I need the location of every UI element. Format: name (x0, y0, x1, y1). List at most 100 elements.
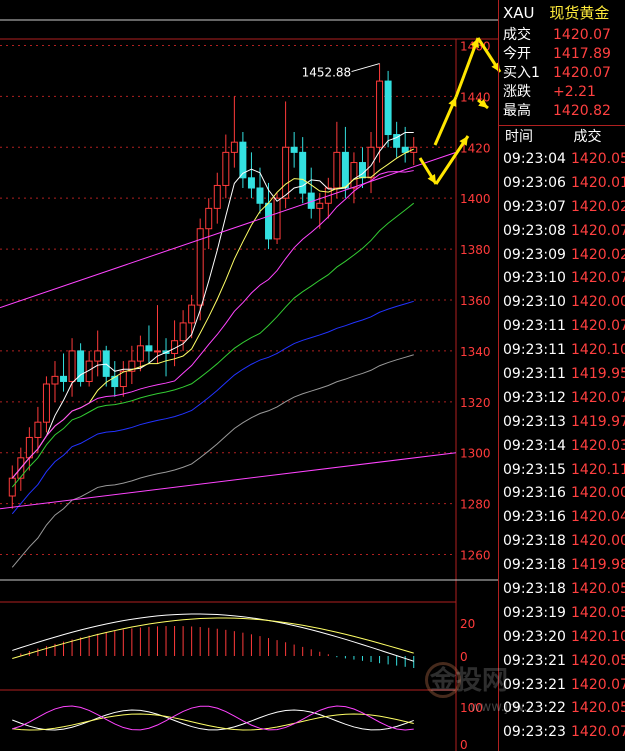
tick-row: 09:23:15 1420.11 (499, 459, 625, 483)
candle-body (376, 80, 384, 148)
watermark-url: www.jrw... (470, 700, 536, 715)
quote-title: XAU 现货黄金 (499, 0, 625, 26)
tick-time: 09:23:18 (503, 557, 566, 574)
candle-body (60, 375, 68, 382)
tick-time: 09:23:21 (503, 652, 566, 669)
tick-price: 1420.01 (571, 174, 625, 191)
tick-row: 09:23:10 1420.00 (499, 291, 625, 315)
tick-time: 09:23:14 (503, 437, 566, 454)
annotation-leader (351, 63, 380, 73)
candle-body (341, 151, 349, 189)
quote-value: 1420.07 (553, 27, 611, 43)
tick-time: 09:23:23 (503, 724, 566, 741)
candle-body (213, 184, 221, 209)
trendline (0, 452, 457, 510)
tick-price: 1420.02 (571, 198, 625, 215)
candle-body (145, 345, 153, 352)
tick-price: 1420.07 (571, 318, 625, 335)
price-tick-label: 1260 (460, 549, 491, 563)
tick-row: 09:23:07 1420.02 (499, 196, 625, 220)
indicator-tick-label: 20 (460, 617, 475, 631)
tick-time: 09:23:10 (503, 294, 566, 311)
tick-price: 1420.10 (571, 342, 625, 359)
tick-price: 1420.05 (571, 700, 625, 717)
candle-body (256, 187, 264, 204)
quote-label: 涨跌 (503, 84, 531, 100)
instrument-name: 现货黄金 (549, 4, 610, 22)
quote-value: 1420.07 (553, 65, 611, 81)
quote-label: 最高 (503, 103, 531, 119)
candle-body (179, 322, 187, 342)
candle-body (205, 207, 213, 230)
candle-body (188, 304, 196, 324)
tick-price: 1420.07 (571, 389, 625, 406)
tick-row: 09:23:16 1420.04 (499, 506, 625, 530)
candle-body (350, 162, 358, 189)
candle-body (94, 350, 102, 362)
ma-line (11, 300, 414, 515)
tick-time: 09:23:11 (503, 366, 566, 383)
candle-body (333, 151, 341, 189)
tick-price: 1420.00 (571, 294, 625, 311)
tick-price: 1420.07 (571, 724, 625, 741)
tick-time: 09:23:04 (503, 151, 566, 167)
price-tick-label: 1300 (460, 447, 491, 461)
tick-time: 09:23:18 (503, 581, 566, 598)
osc-line (12, 709, 414, 731)
tick-time: 09:23:20 (503, 628, 566, 645)
tick-price: 1420.07 (571, 270, 625, 287)
candle-body (247, 177, 255, 189)
quote-panel: XAU 现货黄金 成交 1420.07 今开 1417.89 买入1 1420.07 涨跌 +… (498, 0, 625, 751)
tick-table[interactable]: 09:23:04 1420.05 09:23:06 1420.01 09:23:07 14… (499, 148, 625, 745)
symbol: XAU (503, 4, 535, 22)
ma-line (11, 170, 414, 479)
candle-body (273, 197, 281, 240)
tick-price: 1419.95 (571, 366, 625, 383)
tick-row: 09:23:11 1420.10 (499, 339, 625, 363)
tick-table-header: 时间 成交 (499, 126, 625, 148)
tick-row: 09:23:11 1419.95 (499, 363, 625, 387)
tick-row: 09:23:19 1420.05 (499, 602, 625, 626)
price-tick-label: 1320 (460, 396, 491, 410)
watermark: 金投网 (430, 666, 509, 696)
tick-row: 09:23:11 1420.07 (499, 315, 625, 339)
tick-price: 1419.98 (571, 557, 625, 574)
tick-price: 1420.11 (571, 461, 625, 478)
tick-row: 09:23:12 1420.07 (499, 387, 625, 411)
candle-body (153, 350, 161, 353)
tick-time: 09:23:11 (503, 318, 566, 335)
quote-row: 买入1 1420.07 (499, 64, 625, 83)
tick-price: 1420.00 (571, 485, 625, 502)
price-tick-label: 1380 (460, 243, 491, 257)
col-time: 时间 (505, 129, 533, 145)
tick-row: 09:23:04 1420.05 (499, 148, 625, 172)
quote-row: 最高 1420.82 (499, 102, 625, 121)
candle-body (384, 80, 392, 136)
tick-time: 09:23:15 (503, 461, 566, 478)
tick-time: 09:23:18 (503, 533, 566, 550)
tick-price: 1420.00 (571, 533, 625, 550)
tick-row: 09:23:16 1420.00 (499, 482, 625, 506)
tick-price: 1419.97 (571, 413, 625, 430)
candle-body (42, 383, 50, 423)
tick-row: 09:23:18 1420.05 (499, 578, 625, 602)
candle-body (68, 350, 76, 382)
tick-price: 1420.07 (571, 676, 625, 693)
quote-value: +2.21 (553, 84, 596, 100)
quote-row: 涨跌 +2.21 (499, 83, 625, 102)
tick-time: 09:23:12 (503, 389, 566, 406)
tick-time: 09:23:21 (503, 676, 566, 693)
tick-price: 1420.05 (571, 604, 625, 621)
tick-time: 09:23:09 (503, 246, 566, 263)
price-tick-label: 1400 (460, 192, 491, 206)
candle-body (290, 146, 298, 153)
price-tick-label: 1280 (460, 498, 491, 512)
candle-body (299, 151, 307, 194)
tick-row: 09:23:13 1419.97 (499, 411, 625, 435)
quote-row: 成交 1420.07 (499, 26, 625, 45)
candle-body (25, 436, 33, 459)
candle-body (265, 202, 273, 240)
tick-row: 09:23:20 1420.10 (499, 626, 625, 650)
tick-price: 1420.05 (571, 151, 625, 167)
tick-price: 1420.05 (571, 581, 625, 598)
